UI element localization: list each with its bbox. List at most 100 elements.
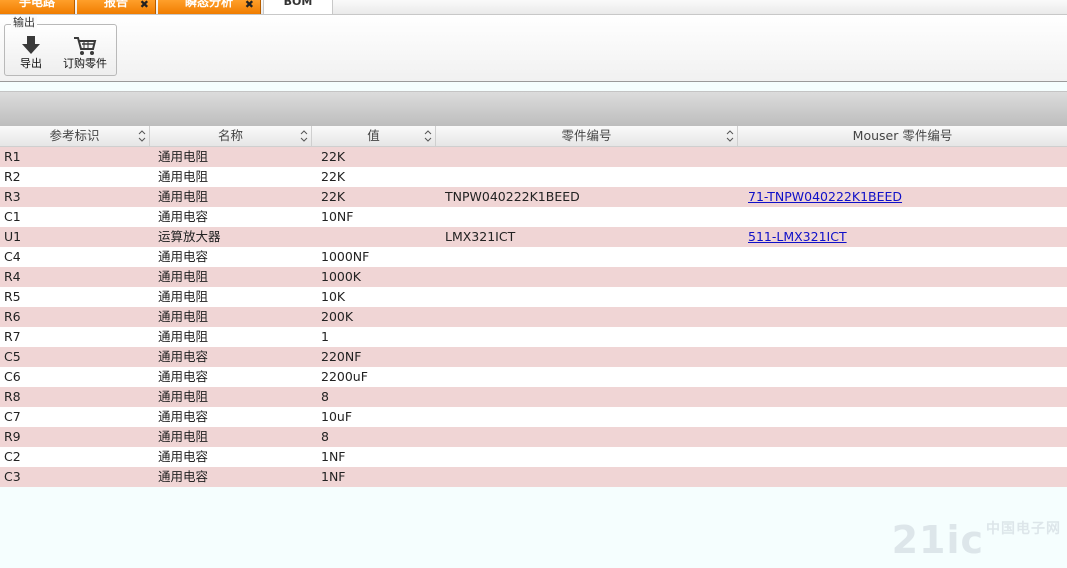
tab-label: 手电路 [18,0,55,9]
cell-part [436,147,738,167]
cell-mouser: 511-LMX321ICT [738,227,1067,247]
shopping-cart-icon [57,35,113,57]
cell-ref: C2 [4,449,21,464]
cell-name: 通用电阻 [158,329,209,344]
cell-value: 1000K [321,269,362,284]
cell-part [436,367,738,387]
cell-name: 通用电阻 [158,389,209,404]
cell-mouser: 71-TNPW040222K1BEED [738,187,1067,207]
close-icon[interactable]: ✖ [140,0,149,11]
cell-value: 1000NF [321,249,370,264]
sort-icon[interactable] [726,129,734,143]
table-row[interactable]: C5 通用电容 220NF [0,347,1067,367]
header-label: 名称 [217,128,243,143]
cell-value: 10NF [321,209,354,224]
tab-bar: 手电路 报告 ✖ 瞬态分析 ✖ BOM [0,0,1067,15]
cell-name: 通用电阻 [158,269,209,284]
export-label: 导出 [20,57,42,70]
column-header-ref[interactable]: 参考标识 [0,126,150,146]
order-parts-label: 订购零件 [63,57,107,70]
cell-mouser [738,287,1067,307]
cell-ref: C7 [4,409,21,424]
header-label: Mouser 零件编号 [852,128,953,143]
sort-icon[interactable] [300,129,308,143]
table-row[interactable]: R5 通用电阻 10K [0,287,1067,307]
cell-part [436,207,738,227]
cell-name: 通用电容 [158,209,209,224]
cell-part [436,387,738,407]
cell-value: 8 [321,389,329,404]
cell-part: TNPW040222K1BEED [445,189,580,204]
sort-icon[interactable] [424,129,432,143]
cell-mouser [738,307,1067,327]
tab-transient-analysis[interactable]: 瞬态分析 ✖ [158,0,261,14]
close-icon[interactable]: ✖ [245,0,254,11]
watermark-logo: 21ic 中国电子网 [892,518,1061,562]
tab-circuit[interactable]: 手电路 [0,0,75,14]
cell-ref: R8 [4,389,21,404]
header-label: 零件编号 [561,128,612,143]
column-header-part-number[interactable]: 零件编号 [436,126,738,146]
column-header-value[interactable]: 值 [312,126,436,146]
order-parts-button[interactable]: 订购零件 [57,35,113,71]
cell-mouser [738,167,1067,187]
table-row[interactable]: R9 通用电阻 8 [0,427,1067,447]
table-row[interactable]: C1 通用电容 10NF [0,207,1067,227]
mouser-part-link[interactable]: 71-TNPW040222K1BEED [748,189,902,204]
cell-value: 1NF [321,469,346,484]
cell-part [436,347,738,367]
cell-name: 通用电阻 [158,189,209,204]
sort-icon[interactable] [138,129,146,143]
export-button[interactable]: 导出 [13,35,49,71]
table-row[interactable]: R3 通用电阻 22K TNPW040222K1BEED 71-TNPW0402… [0,187,1067,207]
cell-ref: R7 [4,329,21,344]
cell-value: 10uF [321,409,353,424]
column-header-name[interactable]: 名称 [150,126,312,146]
table-row[interactable]: R2 通用电阻 22K [0,167,1067,187]
table-row[interactable]: R6 通用电阻 200K [0,307,1067,327]
cell-name: 通用电容 [158,369,209,384]
cell-value: 1NF [321,449,346,464]
cell-ref: C6 [4,369,21,384]
cell-ref: C1 [4,209,21,224]
table-row[interactable]: C4 通用电容 1000NF [0,247,1067,267]
download-arrow-icon [13,35,49,57]
cell-name: 运算放大器 [158,229,221,244]
table-row[interactable]: C2 通用电容 1NF [0,447,1067,467]
grid-caption-bar [0,91,1067,127]
tab-report[interactable]: 报告 ✖ [77,0,156,14]
cell-value [312,227,436,247]
watermark-sub: 中国电子网 [986,521,1061,537]
table-row[interactable]: R1 通用电阻 22K [0,147,1067,167]
table-row[interactable]: R8 通用电阻 8 [0,387,1067,407]
cell-part [436,427,738,447]
cell-mouser [738,267,1067,287]
cell-mouser [738,427,1067,447]
table-row[interactable]: R7 通用电阻 1 [0,327,1067,347]
table-row[interactable]: C6 通用电容 2200uF [0,367,1067,387]
cell-ref: R9 [4,429,21,444]
cell-part [436,287,738,307]
tab-bom[interactable]: BOM [263,0,333,14]
mouser-part-link[interactable]: 511-LMX321ICT [748,229,847,244]
cell-part [436,327,738,347]
cell-name: 通用电容 [158,249,209,264]
table-row[interactable]: R4 通用电阻 1000K [0,267,1067,287]
header-label: 值 [367,128,380,143]
table-row[interactable]: U1 运算放大器 LMX321ICT 511-LMX321ICT [0,227,1067,247]
column-header-mouser-number[interactable]: Mouser 零件编号 [738,126,1067,146]
cell-ref: R3 [4,189,21,204]
cell-name: 通用电阻 [158,289,209,304]
cell-ref: R2 [4,169,21,184]
cell-value: 1 [321,329,329,344]
cell-part [436,407,738,427]
cell-part [436,267,738,287]
table-header: 参考标识 名称 值 零件编号 Mouser 零件编号 [0,126,1067,147]
cell-value: 2200uF [321,369,368,384]
cell-part [436,247,738,267]
tab-label: BOM [283,0,313,8]
table-row[interactable]: C7 通用电容 10uF [0,407,1067,427]
cell-part [436,307,738,327]
table-row[interactable]: C3 通用电容 1NF [0,467,1067,487]
cell-name: 通用电阻 [158,169,209,184]
